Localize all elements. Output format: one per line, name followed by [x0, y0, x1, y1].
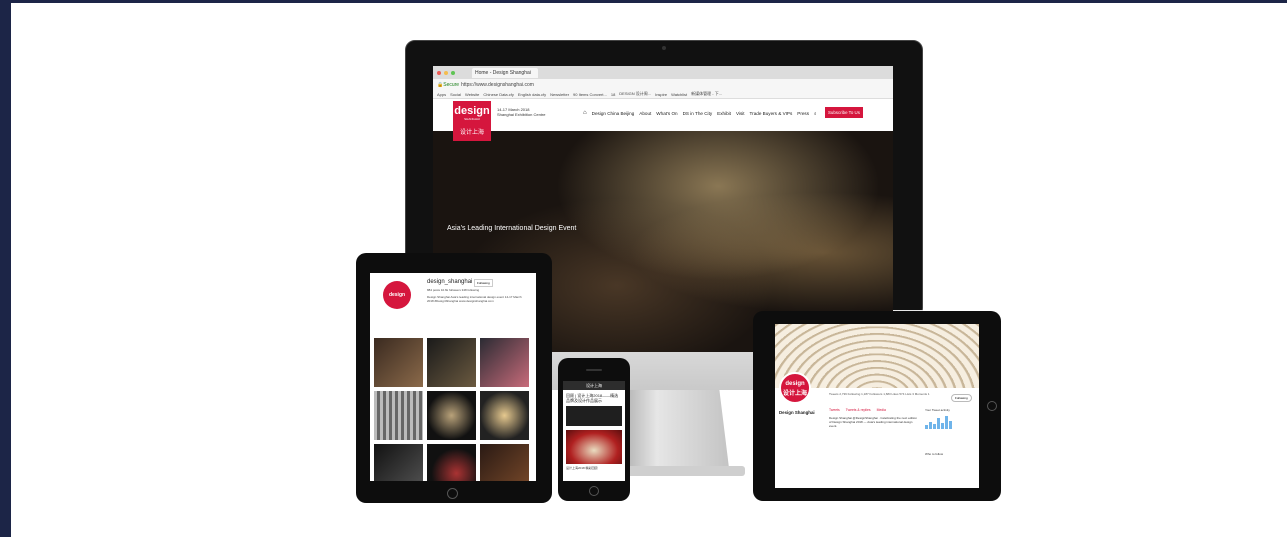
logo-sub: SHANGHAI: [464, 117, 480, 121]
tab-replies[interactable]: Tweets & replies: [846, 408, 871, 412]
profile-tabs: Tweets Tweets & replies Media: [829, 408, 886, 412]
url-text[interactable]: https://www.designshanghai.com: [461, 82, 534, 88]
minimize-dot[interactable]: [444, 70, 448, 75]
home-button[interactable]: [589, 486, 599, 496]
tweet-activity-panel: Your Tweet activity: [925, 408, 975, 429]
tab-media[interactable]: Media: [877, 408, 886, 412]
nav-item[interactable]: Trade Buyers & VIPs: [750, 111, 793, 116]
avatar-chinese: 设计上海: [782, 391, 807, 397]
bookmark-item[interactable]: English data.cfy: [518, 92, 546, 97]
article-image: [566, 430, 622, 464]
tweet[interactable]: Design Shanghai @DesignShanghai · Celebr…: [829, 416, 919, 428]
photo-tile[interactable]: [374, 391, 423, 440]
bookmark-item[interactable]: Website: [465, 92, 479, 97]
nav-item[interactable]: About: [639, 111, 651, 116]
nav-item[interactable]: Exhibit: [717, 111, 731, 116]
photo-tile[interactable]: [480, 391, 529, 440]
bookmark-item[interactable]: Social: [450, 92, 461, 97]
panel-title: Your Tweet activity: [925, 408, 950, 412]
nav-item[interactable]: Design China Beijing: [592, 111, 635, 116]
bookmark-item[interactable]: 18: [611, 92, 615, 97]
camera: [662, 46, 666, 50]
twitter-screen: design 设计上海 Tweets 2,739 Following 1,187…: [775, 324, 979, 488]
profile-name: Design Shanghai: [779, 410, 815, 415]
photo-tile[interactable]: [427, 338, 476, 387]
following-button[interactable]: Following: [474, 279, 493, 287]
bookmark-item[interactable]: Chinese Data.cfy: [483, 92, 513, 97]
address-bar[interactable]: 🔒 Secure https://www.designshanghai.com: [433, 79, 893, 90]
bookmark-item[interactable]: Newsletter: [550, 92, 569, 97]
instagram-screen: design design_shanghai Following 884 pos…: [370, 273, 536, 481]
avatar-word: design: [785, 381, 805, 387]
avatar[interactable]: design 设计上海: [779, 372, 811, 404]
speaker: [586, 369, 602, 371]
username: design_shanghai: [427, 279, 473, 285]
photo-grid: [374, 338, 532, 481]
ipad-portrait-device: design design_shanghai Following 884 pos…: [356, 253, 552, 503]
bookmarks-bar: Apps Social Website Chinese Data.cfy Eng…: [433, 90, 893, 99]
photo-tile[interactable]: [374, 444, 423, 481]
instagram-profile-header: design design_shanghai Following 884 pos…: [370, 273, 536, 326]
wechat-header: 设计上海: [563, 381, 625, 390]
nav-item[interactable]: DS in The City: [683, 111, 713, 116]
who-to-follow: Who to follow: [925, 452, 944, 456]
photo-tile[interactable]: [427, 391, 476, 440]
wechat-screen: 设计上海 回顾 | 设计上海2018——精选品牌及设计作品展示 设计上海2018…: [563, 381, 625, 481]
bookmark-item[interactable]: 90 Items Convert...: [573, 92, 607, 97]
photo-tile[interactable]: [374, 338, 423, 387]
iphone-device: 设计上海 回顾 | 设计上海2018——精选品牌及设计作品展示 设计上海2018…: [558, 358, 630, 501]
search-icon[interactable]: ⌕: [814, 111, 817, 116]
logo-word: design: [454, 105, 490, 117]
site-header: design SHANGHAI 设计上海 14-17 March 2018 Sh…: [433, 99, 893, 141]
home-button[interactable]: [447, 488, 458, 499]
profile-bio: Design Shanghai Asia's leading internati…: [427, 295, 522, 303]
profile-stats: Tweets 2,739 Following 1,187 Followers 1…: [829, 392, 930, 396]
secure-label: Secure: [443, 81, 460, 88]
close-dot[interactable]: [437, 70, 441, 75]
zoom-dot[interactable]: [451, 70, 455, 75]
bookmark-item[interactable]: Watchlist: [671, 92, 687, 97]
venue-line: Shanghai Exhibition Centre: [497, 112, 546, 117]
bookmark-item[interactable]: DESIGN 设计周...: [619, 91, 651, 97]
logo-chinese: 设计上海: [459, 130, 484, 136]
home-button[interactable]: [987, 401, 997, 411]
tab-tweets[interactable]: Tweets: [829, 408, 840, 412]
home-icon[interactable]: ⌂: [583, 110, 587, 116]
profile-stats: 884 posts 10.6k followers 348 following: [427, 288, 480, 292]
bookmark-item[interactable]: 新媒体管理 - 下...: [691, 91, 722, 97]
ipad-landscape-device: design 设计上海 Tweets 2,739 Following 1,187…: [753, 311, 1001, 501]
event-dates: 14-17 March 2018 Shanghai Exhibition Cen…: [497, 107, 545, 117]
main-nav: ⌂ Design China Beijing About What's On D…: [583, 110, 817, 116]
photo-tile[interactable]: [480, 444, 529, 481]
browser-tab[interactable]: Home - Design Shanghai: [472, 67, 538, 78]
subscribe-button[interactable]: Subscribe To Us: [825, 107, 863, 118]
bookmark-item[interactable]: Inspire: [655, 92, 667, 97]
bookmark-item[interactable]: Apps: [437, 92, 446, 97]
photo-tile[interactable]: [427, 444, 476, 481]
avatar[interactable]: design: [383, 281, 411, 309]
nav-item[interactable]: Press: [797, 111, 809, 116]
showcase-canvas: Home - Design Shanghai 🔒 Secure https://…: [11, 3, 1287, 537]
following-button[interactable]: Following: [951, 394, 972, 402]
nav-item[interactable]: What's On: [656, 111, 677, 116]
activity-sparkline: [925, 415, 975, 429]
article-caption: 设计上海2018 精彩回顾: [566, 466, 598, 470]
nav-item[interactable]: Visit: [736, 111, 745, 116]
article-title[interactable]: 回顾 | 设计上海2018——精选品牌及设计作品展示: [563, 390, 625, 406]
browser-tab-bar: Home - Design Shanghai: [433, 66, 893, 79]
photo-tile[interactable]: [480, 338, 529, 387]
hero-tagline: Asia's Leading International Design Even…: [447, 225, 577, 232]
design-shanghai-logo[interactable]: design SHANGHAI 设计上海: [453, 101, 491, 141]
article-image: [566, 406, 622, 426]
